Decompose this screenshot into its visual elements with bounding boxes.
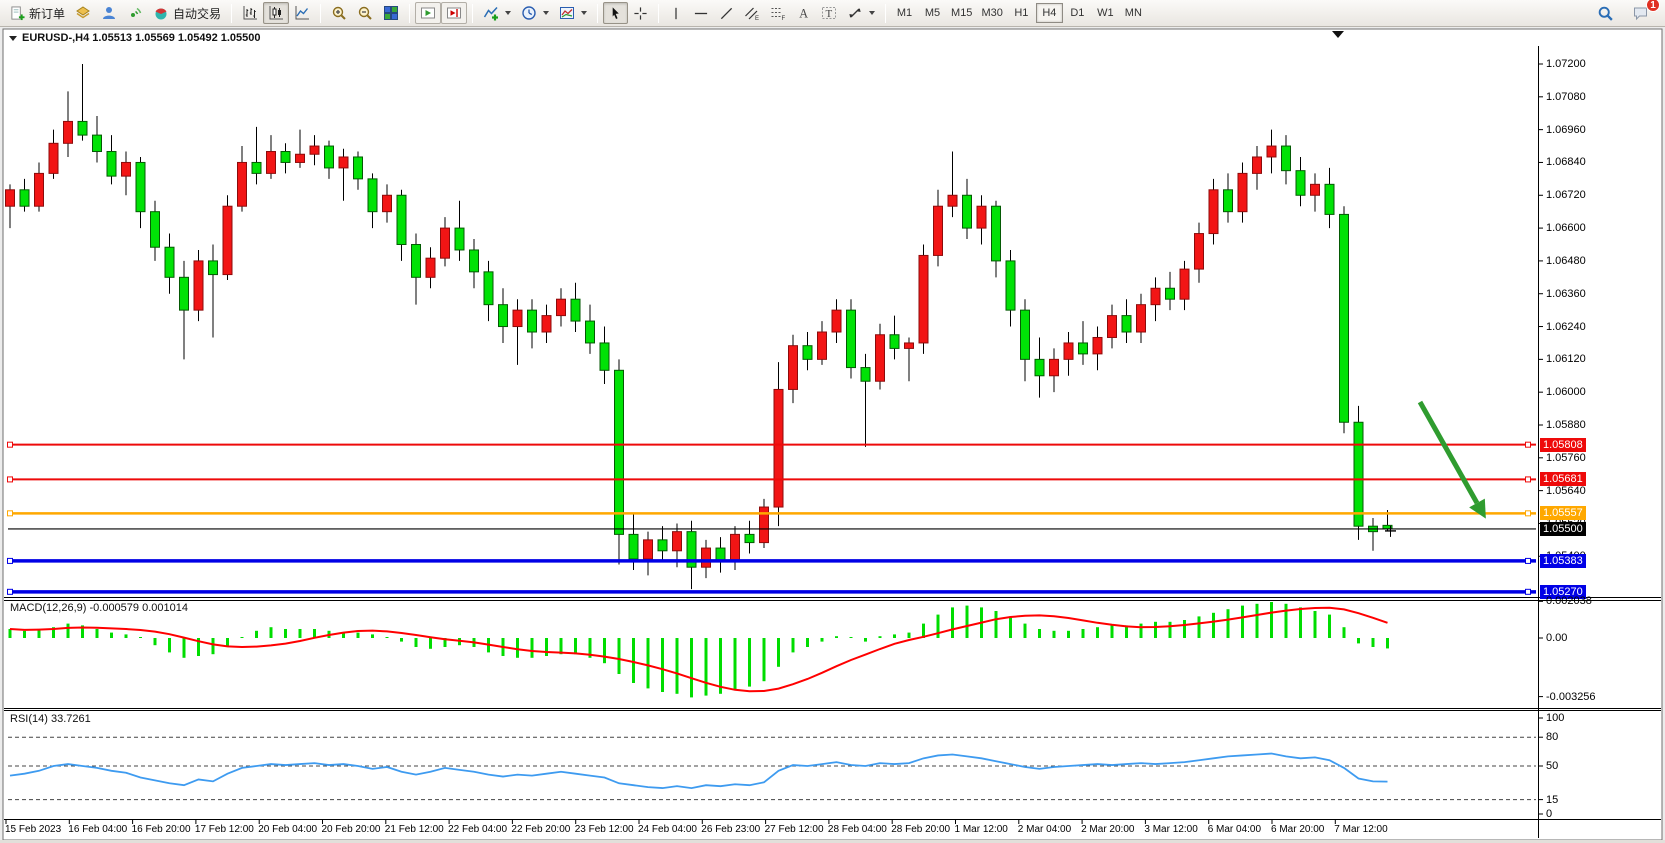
timeframe-w1[interactable]: W1 [1092, 3, 1119, 23]
tile-windows-icon [383, 5, 399, 21]
market-depth-button[interactable] [70, 2, 96, 24]
cursor-tool-button[interactable] [603, 2, 628, 24]
zoom-out-icon [357, 5, 373, 21]
indicators-button[interactable] [478, 2, 516, 24]
toolbar-right-group: 1 [1592, 2, 1660, 24]
auto-scroll-icon [420, 5, 436, 21]
periods-button[interactable] [516, 2, 554, 24]
svg-text:F: F [782, 16, 786, 21]
indicators-icon [483, 5, 499, 21]
new-order-button[interactable]: 新订单 [5, 2, 70, 24]
line-chart-button[interactable] [289, 2, 315, 24]
crosshair-icon [633, 6, 648, 21]
timeframe-m1[interactable]: M1 [891, 3, 918, 23]
auto-trading-icon [153, 5, 169, 21]
svg-text:T: T [826, 8, 833, 20]
chart-title: EURUSD-,H4 1.05513 1.05569 1.05492 1.055… [22, 32, 261, 44]
separator [885, 4, 886, 23]
timeframe-m30[interactable]: M30 [977, 3, 1006, 23]
line-chart-icon [294, 5, 310, 21]
indicators-dropdown-caret [505, 11, 511, 15]
arrows-tool-button[interactable] [842, 2, 880, 24]
new-order-label: 新订单 [29, 5, 65, 22]
separator [472, 4, 473, 23]
trendline-icon [719, 6, 734, 21]
bar-chart-button[interactable] [237, 2, 263, 24]
text-tool-button[interactable]: A [791, 2, 816, 24]
auto-trading-label: 自动交易 [173, 5, 221, 22]
vertical-line-icon [669, 6, 683, 21]
vertical-line-tool-button[interactable] [664, 2, 688, 24]
fibonacci-tool-button[interactable]: F [765, 2, 791, 24]
timeframe-d1[interactable]: D1 [1064, 3, 1091, 23]
tile-windows-button[interactable] [378, 2, 404, 24]
arrows-icon [847, 5, 863, 21]
text-label-icon: T [821, 5, 837, 21]
clock-icon [521, 5, 537, 21]
arrows-dropdown-caret [869, 11, 875, 15]
timeframe-group: M1M5M15M30H1H4D1W1MN [891, 3, 1147, 23]
zoom-in-button[interactable] [326, 2, 352, 24]
search-icon [1597, 5, 1614, 22]
cursor-icon [608, 6, 623, 21]
timeframe-m5[interactable]: M5 [919, 3, 946, 23]
signal-icon [127, 5, 143, 21]
svg-text:A: A [799, 6, 808, 20]
crosshair-tool-button[interactable] [628, 2, 653, 24]
search-button[interactable] [1592, 2, 1619, 24]
templates-dropdown-caret [581, 11, 587, 15]
scroll-to-end-icon[interactable] [1332, 31, 1344, 38]
text-label-tool-button[interactable]: T [816, 2, 842, 24]
rsi-label: RSI(14) 33.7261 [10, 713, 91, 725]
chart-canvas[interactable] [0, 0, 1665, 843]
timeframe-mn[interactable]: MN [1120, 3, 1147, 23]
timeframe-h1[interactable]: H1 [1008, 3, 1035, 23]
equidistant-channel-icon: E [744, 5, 760, 21]
gold-stack-icon [75, 5, 91, 21]
notifications-button[interactable]: 1 [1627, 2, 1654, 24]
notification-badge: 1 [1646, 0, 1660, 12]
bar-chart-icon [242, 5, 258, 21]
application-window: { "toolbar": { "new_order_label": "新订单",… [0, 0, 1665, 843]
chart-title-bar[interactable]: EURUSD-,H4 1.05513 1.05569 1.05492 1.055… [9, 32, 261, 44]
horizontal-line-tool-button[interactable] [688, 2, 714, 24]
separator [597, 4, 598, 23]
profile-button[interactable] [96, 2, 122, 24]
separator [658, 4, 659, 23]
new-order-icon [10, 6, 25, 21]
templates-button[interactable] [554, 2, 592, 24]
separator [409, 4, 410, 23]
horizontal-line-icon [693, 6, 709, 21]
channel-tool-button[interactable]: E [739, 2, 765, 24]
auto-scroll-button[interactable] [415, 2, 441, 24]
candlestick-chart-button[interactable] [263, 2, 289, 24]
trendline-tool-button[interactable] [714, 2, 739, 24]
candlestick-chart-icon [268, 5, 284, 21]
chart-menu-icon [9, 36, 17, 41]
chart-shift-icon [446, 5, 462, 21]
periods-dropdown-caret [543, 11, 549, 15]
separator [320, 4, 321, 23]
chart-shift-button[interactable] [441, 2, 467, 24]
text-icon: A [796, 6, 811, 21]
separator [231, 4, 232, 23]
template-icon [559, 5, 575, 21]
profile-icon [101, 5, 117, 21]
timeframe-m15[interactable]: M15 [947, 3, 976, 23]
auto-trading-button[interactable]: 自动交易 [148, 2, 226, 24]
macd-label: MACD(12,26,9) -0.000579 0.001014 [10, 602, 188, 614]
zoom-in-icon [331, 5, 347, 21]
zoom-out-button[interactable] [352, 2, 378, 24]
toolbar: 新订单 自动交易 [0, 0, 1665, 27]
fibonacci-icon: F [770, 5, 786, 21]
timeframe-h4[interactable]: H4 [1036, 3, 1063, 23]
svg-text:E: E [755, 16, 759, 21]
signal-button[interactable] [122, 2, 148, 24]
